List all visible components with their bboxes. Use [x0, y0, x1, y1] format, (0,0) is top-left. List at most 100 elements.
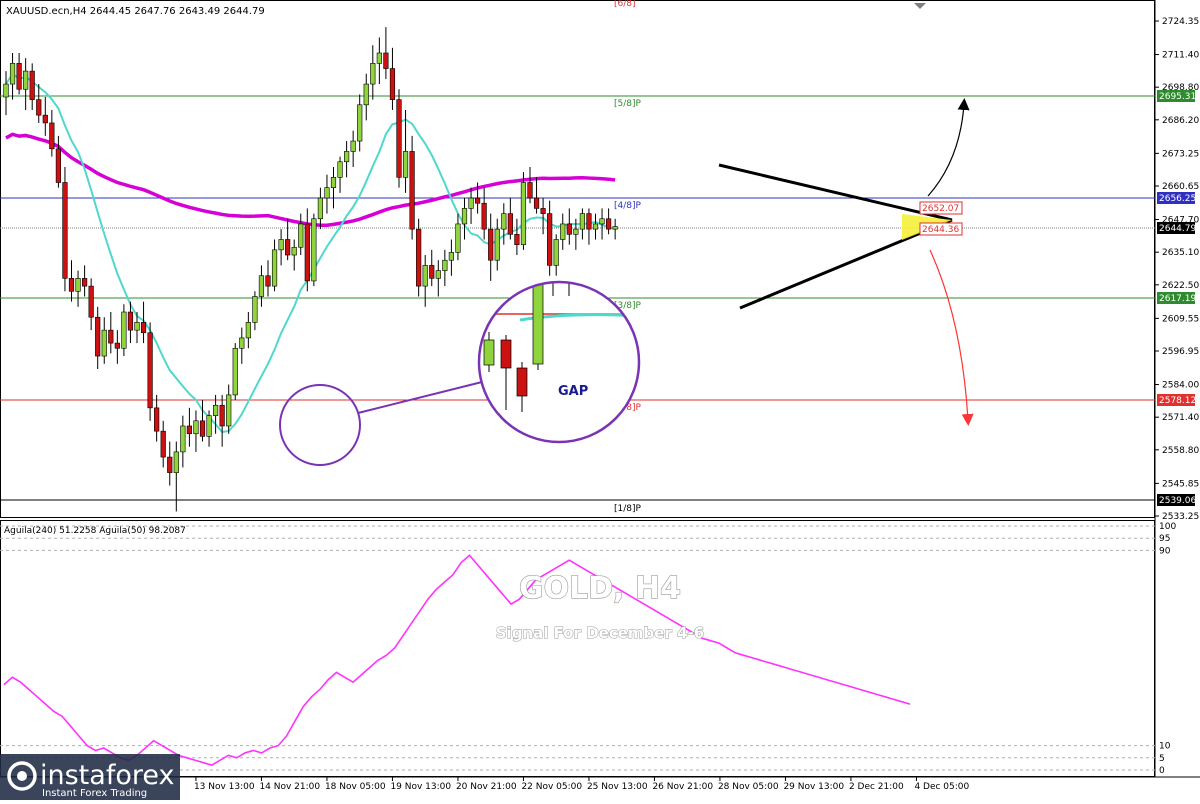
candle-body[interactable]: [468, 197, 474, 209]
candle-body[interactable]: [291, 246, 297, 256]
candle-body[interactable]: [55, 148, 61, 183]
candle-body[interactable]: [396, 99, 402, 178]
candle-body[interactable]: [370, 63, 376, 85]
candle-body[interactable]: [42, 114, 48, 124]
candle-body[interactable]: [68, 278, 75, 292]
candle-body[interactable]: [88, 285, 94, 318]
candle-body[interactable]: [147, 332, 153, 409]
candle-body[interactable]: [540, 208, 546, 214]
candle-body[interactable]: [213, 404, 219, 416]
chart-canvas[interactable]: XAUUSD.ecn,H4 2644.45 2647.76 2643.49 26…: [0, 0, 1200, 800]
candle-body[interactable]: [376, 52, 382, 64]
oscillator-pane[interactable]: [0, 520, 1155, 777]
candle-body[interactable]: [520, 182, 527, 245]
candle-body[interactable]: [186, 425, 193, 435]
candle-body[interactable]: [573, 228, 579, 235]
candle-body[interactable]: [586, 213, 592, 230]
candle-body[interactable]: [82, 278, 88, 287]
candle-body[interactable]: [193, 420, 199, 435]
price-tag-2617: 2617.19: [1159, 294, 1196, 304]
indicator-header: Aguila(240) 51.2258 Aguila(50) 98.2087: [4, 526, 186, 536]
candle-body[interactable]: [311, 218, 317, 282]
candle-body[interactable]: [3, 83, 9, 98]
candle-body[interactable]: [566, 223, 572, 235]
candle-body[interactable]: [547, 213, 553, 266]
candle-body[interactable]: [49, 122, 55, 150]
candle-body[interactable]: [285, 239, 291, 256]
candle-body[interactable]: [560, 223, 566, 240]
candle-body[interactable]: [409, 151, 415, 230]
candle-body[interactable]: [317, 197, 324, 220]
candle-body[interactable]: [357, 104, 363, 142]
candle-body[interactable]: [501, 213, 507, 230]
candle-body[interactable]: [527, 182, 533, 199]
candle-body[interactable]: [134, 322, 140, 331]
candle-body[interactable]: [435, 270, 441, 279]
candle-body[interactable]: [330, 177, 337, 188]
candle-body[interactable]: [219, 404, 225, 427]
candle-body[interactable]: [36, 99, 42, 116]
candle-body[interactable]: [350, 140, 356, 152]
candle-body[interactable]: [363, 83, 369, 106]
candle-body[interactable]: [474, 197, 481, 204]
candle-body[interactable]: [343, 151, 350, 163]
candle-body[interactable]: [304, 223, 310, 282]
candle-body[interactable]: [62, 182, 68, 279]
candle-body[interactable]: [232, 347, 238, 396]
candle-body[interactable]: [383, 52, 389, 69]
candle-body[interactable]: [206, 415, 212, 437]
candle-body[interactable]: [226, 394, 232, 427]
candle-body[interactable]: [507, 213, 513, 235]
candle-body[interactable]: [265, 275, 271, 287]
candle-body[interactable]: [140, 322, 147, 334]
candle-body[interactable]: [422, 265, 428, 287]
candle-body[interactable]: [533, 197, 540, 209]
candle-body[interactable]: [514, 234, 520, 245]
candle-body[interactable]: [121, 311, 127, 349]
candle-body[interactable]: [167, 456, 173, 473]
candle-body[interactable]: [239, 337, 245, 349]
candle-body[interactable]: [612, 226, 618, 230]
candle-body[interactable]: [271, 249, 278, 287]
candle-body[interactable]: [173, 451, 179, 473]
candle-body[interactable]: [114, 342, 120, 349]
candle-body[interactable]: [75, 278, 81, 292]
candle-body[interactable]: [258, 275, 265, 297]
candle-body[interactable]: [481, 202, 487, 230]
candle-body[interactable]: [592, 223, 599, 230]
candle-body[interactable]: [23, 70, 29, 90]
candle-body[interactable]: [605, 218, 612, 230]
candle-body[interactable]: [488, 228, 494, 261]
candle-body[interactable]: [337, 161, 343, 178]
candle-body[interactable]: [389, 68, 396, 100]
candle-body[interactable]: [553, 239, 559, 266]
candle-body[interactable]: [108, 329, 114, 344]
candle-body[interactable]: [455, 223, 461, 253]
candle-body[interactable]: [29, 70, 35, 100]
candle-body[interactable]: [324, 187, 330, 199]
candle-body[interactable]: [127, 311, 134, 331]
candle-body[interactable]: [154, 407, 160, 432]
candle-body[interactable]: [278, 239, 284, 251]
candle-body[interactable]: [101, 329, 107, 357]
candle-body[interactable]: [416, 228, 422, 287]
candle-body[interactable]: [180, 425, 186, 453]
candle-body[interactable]: [429, 265, 435, 279]
candle-body[interactable]: [160, 430, 166, 458]
candle-body[interactable]: [16, 63, 22, 90]
candle-body[interactable]: [402, 151, 409, 178]
candle-body[interactable]: [494, 228, 500, 261]
candle-body[interactable]: [95, 316, 101, 357]
candle-body[interactable]: [9, 63, 16, 85]
candle-body[interactable]: [448, 252, 455, 261]
candle-body[interactable]: [599, 218, 605, 225]
candle-body[interactable]: [442, 259, 448, 271]
candle-body[interactable]: [461, 208, 468, 225]
time-axis[interactable]: 13 Nov 13:00 14 Nov 21:00 18 Nov 05:00 19 N…: [194, 777, 970, 792]
candle-body[interactable]: [199, 420, 206, 437]
candle-body[interactable]: [252, 296, 258, 323]
candle-body[interactable]: [298, 223, 304, 248]
candle-body[interactable]: [579, 213, 585, 230]
candle-body[interactable]: [245, 322, 251, 339]
apex-box-top: 2652.07: [922, 204, 959, 214]
